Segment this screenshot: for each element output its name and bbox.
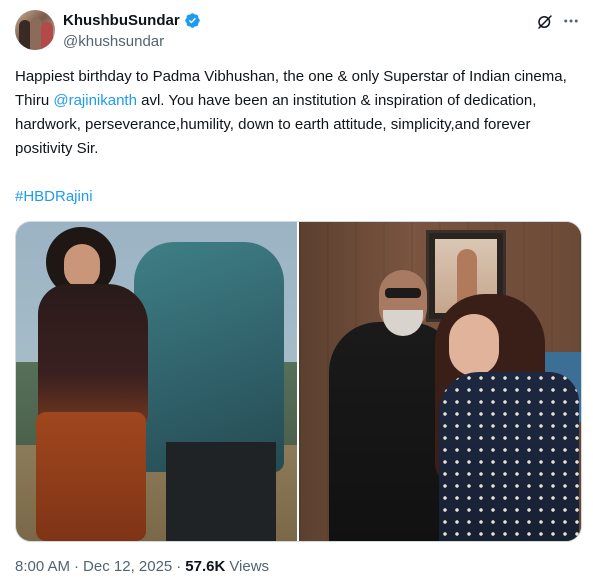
- profile-avatar[interactable]: [15, 10, 55, 50]
- film-still-photo[interactable]: [16, 222, 297, 541]
- verified-badge-icon: [184, 13, 200, 28]
- photo-woman-skirt: [36, 412, 146, 541]
- media-grid: [15, 221, 582, 542]
- avatar-figure-3: [41, 22, 53, 50]
- tweet-meta: 8:00 AM · Dec 12, 2025 · 57.6K Views: [15, 558, 269, 575]
- photo-man-pants: [166, 442, 276, 541]
- tweet-date[interactable]: Dec 12, 2025: [83, 558, 172, 575]
- tweet-text: Happiest birthday to Padma Vibhushan, th…: [15, 65, 575, 161]
- author-name-row: KhushbuSundar: [63, 12, 201, 29]
- photo-man-shirt: [134, 242, 284, 472]
- tweet-time[interactable]: 8:00 AM: [15, 558, 70, 575]
- views-label: Views: [229, 558, 270, 575]
- photo-man-glasses: [385, 288, 421, 298]
- photo-woman-face: [64, 244, 100, 288]
- more-icon[interactable]: [562, 12, 580, 30]
- hashtag-line: #HBDRajini: [15, 185, 93, 209]
- views-count[interactable]: 57.6K: [185, 558, 225, 575]
- photo-woman-face-2: [449, 314, 499, 376]
- birthday-photo[interactable]: [299, 222, 581, 541]
- author-handle[interactable]: @khushsundar: [63, 33, 164, 50]
- hashtag-link[interactable]: #HBDRajini: [15, 188, 93, 205]
- meta-separator-2: ·: [176, 558, 182, 575]
- tweet-card: KhushbuSundar @khushsundar Happiest birt…: [0, 0, 593, 582]
- mention-link[interactable]: @rajinikanth: [53, 92, 137, 109]
- meta-separator: ·: [74, 558, 80, 575]
- author-display-name[interactable]: KhushbuSundar: [63, 12, 180, 29]
- photo-woman-saree: [439, 372, 579, 541]
- grok-icon[interactable]: [536, 13, 554, 31]
